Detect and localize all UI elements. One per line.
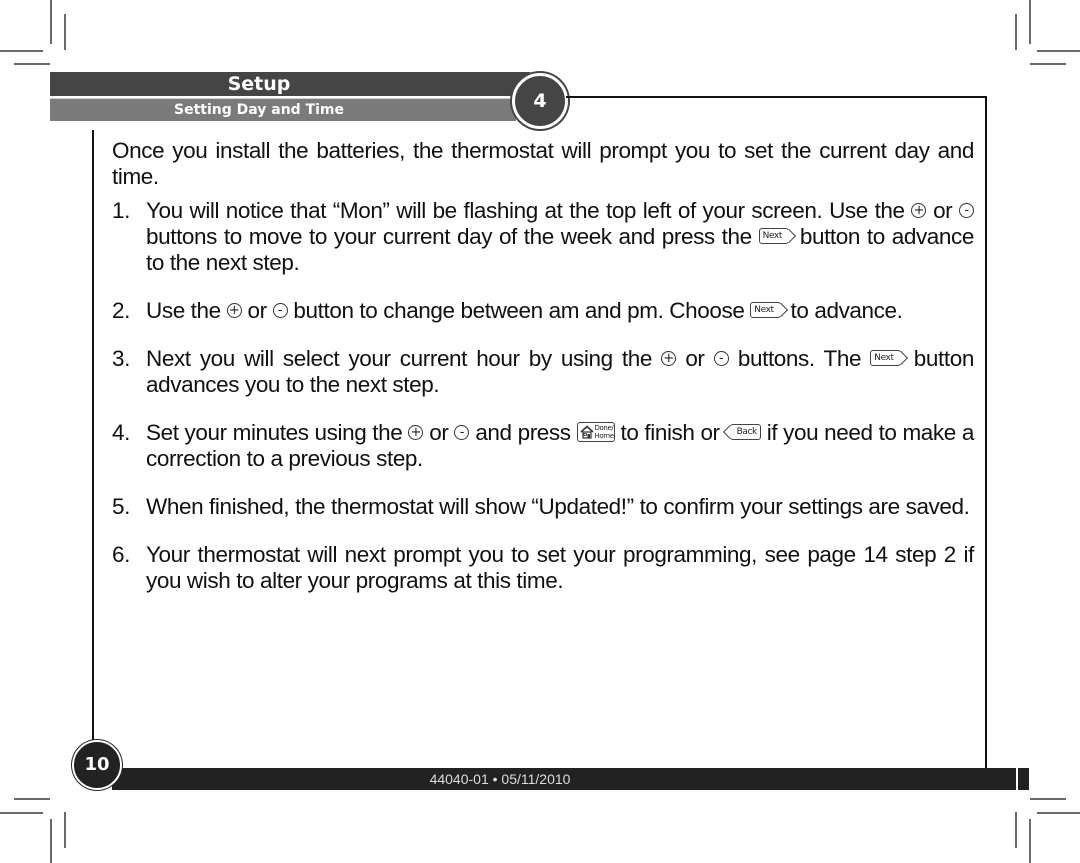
- section-title: Setup: [227, 73, 291, 95]
- next-button-icon: Next: [870, 350, 901, 367]
- plus-button-icon: +: [408, 424, 424, 440]
- minus-button-icon: -: [958, 202, 974, 218]
- crop-mark: [64, 14, 66, 50]
- minus-button-icon: -: [713, 350, 729, 366]
- step-text: buttons to move to your current day of t…: [146, 224, 752, 249]
- crop-mark: [1030, 798, 1066, 800]
- next-button-icon: Next: [750, 302, 781, 319]
- intro-paragraph: Once you install the batteries, the ther…: [112, 138, 974, 189]
- step-text: Your thermostat will next prompt you to …: [146, 542, 974, 593]
- step-text: button to change between am and pm. Choo…: [293, 298, 745, 323]
- crop-mark: [1029, 819, 1031, 863]
- step-text: When finished, the thermostat will show …: [146, 494, 970, 519]
- crop-mark: [50, 819, 52, 863]
- crop-mark: [1037, 812, 1080, 814]
- list-item: 3. Next you will select your current hou…: [112, 346, 974, 398]
- frame-line-left: [92, 130, 94, 750]
- step-text: Use the: [146, 298, 221, 323]
- step-text: You will notice that “Mon” will be flash…: [146, 198, 905, 223]
- step-number: 2.: [112, 298, 130, 323]
- frame-line-right: [985, 96, 987, 768]
- step-text: Set your minutes using the: [146, 420, 403, 445]
- list-item: 5. When finished, the thermostat will sh…: [112, 494, 974, 520]
- plus-button-icon: +: [226, 302, 242, 318]
- next-button-icon: Next: [758, 228, 789, 245]
- step-text: and press: [475, 420, 571, 445]
- crop-mark: [1015, 812, 1017, 848]
- back-button-icon: Back: [729, 424, 761, 441]
- subsection-title: Setting Day and Time: [173, 102, 344, 118]
- document-code: 44040-01 • 05/11/2010: [429, 771, 571, 787]
- step-number: 1.: [112, 198, 130, 223]
- crop-mark: [1037, 50, 1080, 52]
- step-number: 6.: [112, 542, 130, 567]
- step-number: 4.: [112, 420, 130, 445]
- plus-button-icon: +: [661, 350, 677, 366]
- crop-mark: [14, 798, 50, 800]
- step-text: to advance.: [790, 298, 903, 323]
- frame-line-top: [566, 96, 986, 98]
- list-item: 6. Your thermostat will next prompt you …: [112, 542, 974, 594]
- step-text: or: [933, 198, 953, 223]
- plus-button-icon: +: [911, 202, 927, 218]
- crop-mark: [1029, 0, 1031, 44]
- step-text: Next you will select your current hour b…: [146, 346, 652, 371]
- crop-mark: [50, 0, 52, 44]
- steps-list: 1. You will notice that “Mon” will be fl…: [112, 198, 974, 594]
- minus-button-icon: -: [272, 302, 288, 318]
- page-content: Once you install the batteries, the ther…: [112, 138, 974, 616]
- crop-mark: [1030, 63, 1066, 65]
- step-text: or: [247, 298, 267, 323]
- step-number: 5.: [112, 494, 130, 519]
- list-item: 1. You will notice that “Mon” will be fl…: [112, 198, 974, 276]
- done-home-label: Done/Home: [594, 424, 614, 441]
- step-text: or: [685, 346, 705, 371]
- step-text: to finish or: [620, 420, 720, 445]
- step-text: buttons. The: [737, 346, 862, 371]
- step-number-badge: 4: [512, 73, 568, 129]
- step-number: 3.: [112, 346, 130, 371]
- done-home-button-icon: Done/Home: [576, 422, 615, 443]
- house-icon: [580, 425, 594, 439]
- crop-mark: [1015, 14, 1017, 50]
- list-item: 4. Set your minutes using the + or - and…: [112, 420, 974, 472]
- page-number: 10: [72, 740, 122, 790]
- crop-mark: [0, 50, 43, 52]
- crop-mark: [14, 63, 50, 65]
- crop-mark: [0, 812, 43, 814]
- step-text: or: [429, 420, 449, 445]
- list-item: 2. Use the + or - button to change betwe…: [112, 298, 974, 324]
- minus-button-icon: -: [454, 424, 470, 440]
- footer-bar-end: [1018, 768, 1029, 790]
- crop-mark: [64, 812, 66, 848]
